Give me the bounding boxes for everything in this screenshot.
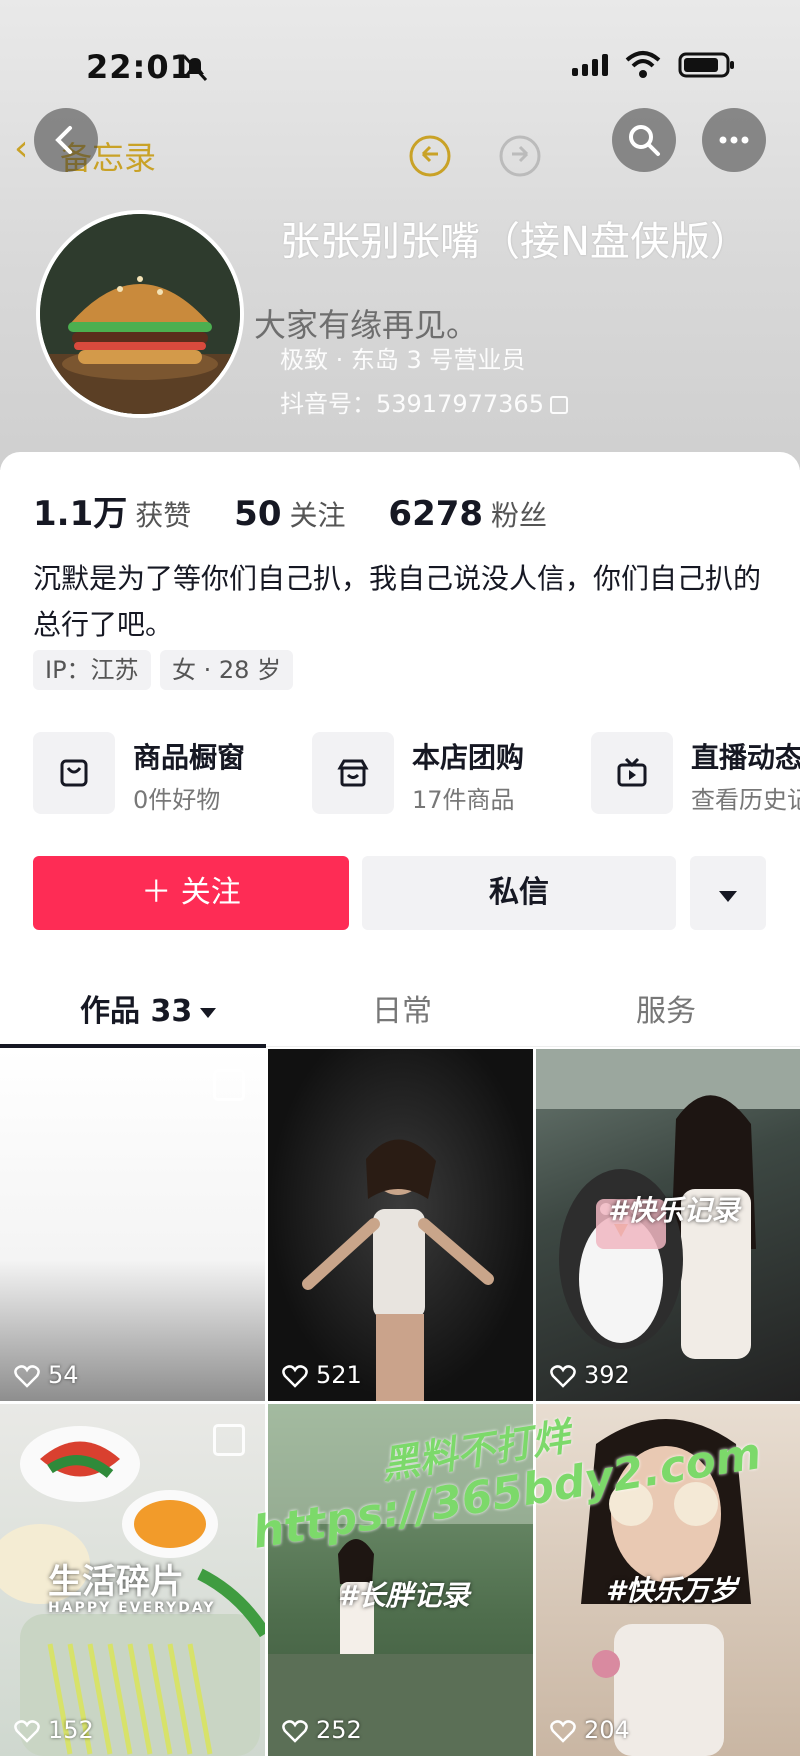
- gender-age-tag: 女 · 28 岁: [160, 650, 294, 690]
- tab-daily[interactable]: 日常: [372, 986, 432, 1030]
- more-dots-icon: [719, 136, 749, 144]
- battery-icon: [678, 52, 734, 78]
- like-count: 152: [14, 1716, 94, 1744]
- like-count: 392: [550, 1361, 630, 1389]
- heart-icon: [14, 1365, 40, 1388]
- more-button[interactable]: [702, 108, 766, 172]
- undo-icon: [409, 135, 451, 177]
- profile-bio: 沉默是为了等你们自己扒，我自己说没人信，你们自己扒的总行了吧。: [33, 562, 762, 641]
- video-tagline: #长胖记录: [338, 1579, 470, 1612]
- like-count: 521: [282, 1361, 362, 1389]
- bag-icon: [60, 759, 88, 787]
- redo-icon: [499, 135, 541, 177]
- video-tagline: #快乐记录: [608, 1194, 740, 1227]
- burger-avatar-image: [40, 214, 240, 414]
- more-options-button[interactable]: [690, 856, 766, 930]
- signal-icon: [572, 54, 612, 76]
- bell-muted-icon: [182, 54, 208, 82]
- heart-icon: [14, 1720, 40, 1743]
- tab-services[interactable]: 服务: [636, 986, 696, 1030]
- follow-button[interactable]: ＋ 关注: [33, 856, 349, 930]
- profile-name: 张张别张嘴（接N盘侠版）: [280, 219, 750, 265]
- stats-row: 1.1万 获赞 50 关注 6278 粉丝: [33, 486, 581, 535]
- like-count: 54: [14, 1361, 79, 1389]
- status-time: 22:01: [86, 48, 193, 86]
- stat-likes[interactable]: 1.1万 获赞: [33, 486, 191, 535]
- douyin-id-row[interactable]: 抖音号：53917977365: [280, 384, 568, 419]
- content-tabs: 作品 33 日常 服务: [0, 970, 800, 1047]
- search-icon: [629, 125, 660, 156]
- caret-down-icon: [719, 891, 737, 902]
- store-icon: [337, 759, 369, 787]
- dancing-woman-image: [302, 1139, 494, 1401]
- multi-image-icon: [213, 1424, 245, 1456]
- video-tagline: 生活碎片: [48, 1562, 184, 1602]
- message-button[interactable]: 私信: [362, 856, 676, 930]
- video-thumb[interactable]: #快乐记录 392: [536, 1049, 800, 1401]
- heart-icon: [282, 1720, 308, 1743]
- search-button[interactable]: [612, 108, 676, 172]
- back-button[interactable]: [34, 108, 98, 172]
- video-thumb[interactable]: 54: [0, 1049, 265, 1401]
- tab-works[interactable]: 作品 33: [80, 986, 217, 1030]
- status-bar: 22:01: [0, 40, 800, 90]
- chevron-left-icon: [55, 126, 72, 154]
- multi-image-icon: [213, 1069, 245, 1101]
- heart-icon: [282, 1365, 308, 1388]
- active-tab-indicator: [0, 1044, 266, 1048]
- wifi-icon: [625, 51, 661, 78]
- profile-location: 极致 · 东岛 3 号营业员: [280, 346, 526, 374]
- ip-tag: IP：江苏: [33, 650, 151, 690]
- video-thumb[interactable]: 521: [268, 1049, 533, 1401]
- ghost-back-chevron-icon: ‹: [14, 128, 29, 169]
- heart-icon: [550, 1365, 576, 1388]
- video-tagline: #快乐万岁: [606, 1574, 738, 1607]
- caret-down-icon: [200, 1007, 217, 1018]
- heart-icon: [550, 1720, 576, 1743]
- tv-icon: [617, 757, 647, 787]
- stat-followers[interactable]: 6278 粉丝: [388, 494, 547, 534]
- like-count: 204: [550, 1716, 630, 1744]
- copy-icon[interactable]: [549, 396, 568, 414]
- stat-following[interactable]: 50 关注: [234, 494, 345, 534]
- video-thumb[interactable]: 生活碎片 HAPPY EVERYDAY 152: [0, 1404, 265, 1756]
- avatar[interactable]: [36, 210, 244, 418]
- douyin-id: 抖音号：53917977365: [280, 390, 544, 418]
- video-subcaption: HAPPY EVERYDAY: [48, 1600, 216, 1616]
- like-count: 252: [282, 1716, 362, 1744]
